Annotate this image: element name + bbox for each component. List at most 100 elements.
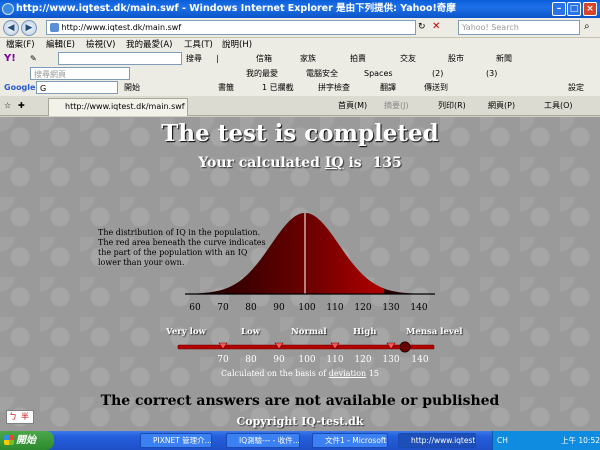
maximize-button[interactable]: □ xyxy=(567,2,581,16)
toolbar-family[interactable]: 家族 xyxy=(300,52,316,66)
separator-icon: | xyxy=(216,54,219,63)
slider-thumb[interactable] xyxy=(399,341,411,353)
yahoo-search-button[interactable]: 搜尋 xyxy=(186,52,202,66)
toolbar-news[interactable]: 新聞 xyxy=(496,52,512,66)
command-print[interactable]: 列印(R) xyxy=(438,96,466,116)
address-field[interactable]: http://www.iqtest.dk/main.swf xyxy=(46,20,416,35)
forward-icon[interactable]: ▶ xyxy=(21,20,37,36)
add-favorites-icon[interactable]: ✚ xyxy=(18,96,25,116)
toolbar-dating[interactable]: 交友 xyxy=(400,52,416,66)
clock: 上午 10:52 xyxy=(561,436,600,445)
menu-file[interactable]: 檔案(F) xyxy=(6,38,35,52)
iq-value: 135 xyxy=(372,155,402,171)
google-settings[interactable]: 設定 xyxy=(568,81,584,95)
system-tray: CH 上午 10:52 xyxy=(492,431,600,450)
deviation-note: Calculated on the basis of deviation 15 xyxy=(0,369,600,378)
scale-tick-120: 120 xyxy=(354,303,371,313)
menu-favorites[interactable]: 我的最愛(A) xyxy=(126,38,172,52)
page-icon xyxy=(50,23,59,32)
pencil-icon[interactable]: ✎ xyxy=(30,52,37,66)
scale-tick-100: 100 xyxy=(298,303,315,313)
google-translate[interactable]: 翻譯 xyxy=(380,81,396,95)
yahoo-search-field[interactable]: Yahoo! Search xyxy=(458,20,580,35)
menu-help[interactable]: 說明(H) xyxy=(222,38,252,52)
google-send-to[interactable]: 傳送到 xyxy=(424,81,448,95)
slider-tick-140: 140 xyxy=(411,355,429,365)
copyright: Copyright IQ-test.dk xyxy=(236,415,364,428)
toolbar-spaces[interactable]: Spaces xyxy=(364,67,393,81)
menu-bar: 檔案(F) 編輯(E) 檢視(V) 我的最愛(A) 工具(T) 說明(H) xyxy=(0,38,600,52)
deviation-link[interactable]: deviation xyxy=(329,369,366,378)
result-is: is xyxy=(348,155,362,171)
yahoo-search-placeholder: Yahoo! Search xyxy=(462,23,519,32)
menu-edit[interactable]: 編輯(E) xyxy=(46,38,75,52)
task-pixnet[interactable]: PIXNET 管理介... xyxy=(140,433,212,448)
command-home[interactable]: 首頁(M) xyxy=(338,96,367,116)
google-popup-blocked[interactable]: 1 已攔截 xyxy=(262,81,294,95)
google-spellcheck[interactable]: 拼字檢查 xyxy=(318,81,350,95)
web-search-placeholder: 搜尋網頁 xyxy=(34,70,66,79)
secondary-toolbar: 搜尋網頁 我的最愛 電腦安全 Spaces (2) (3) xyxy=(0,67,600,81)
search-icon[interactable]: ⌕ xyxy=(584,21,590,32)
yahoo-toolbar-search[interactable] xyxy=(58,52,182,65)
menu-view[interactable]: 檢視(V) xyxy=(86,38,115,52)
scale-tick-60: 60 xyxy=(189,303,201,313)
iq-result: Your calculated IQ is 135 xyxy=(0,155,600,171)
ime-width: 半 xyxy=(21,412,29,421)
page-title: The test is completed xyxy=(161,120,439,147)
google-go-button[interactable]: 開始 xyxy=(124,81,140,95)
toolbar-security[interactable]: 電腦安全 xyxy=(306,67,338,81)
toolbar-mail[interactable]: 信箱 xyxy=(256,52,272,66)
label-mensa-level: Mensa level xyxy=(406,327,463,337)
toolbar-stocks[interactable]: 股市 xyxy=(448,52,464,66)
slider-tick-120: 120 xyxy=(354,355,372,365)
stop-icon[interactable]: ✕ xyxy=(432,21,440,32)
window-title-bar: http://www.iqtest.dk/main.swf - Windows … xyxy=(0,0,600,18)
menu-tools[interactable]: 工具(T) xyxy=(184,38,213,52)
favorites-star-icon[interactable]: ☆ xyxy=(4,96,11,116)
tab-iqtest[interactable]: http://www.iqtest.dk/main.swf xyxy=(48,98,188,116)
slider-tick-130: 130 xyxy=(382,355,400,365)
command-page[interactable]: 網頁(P) xyxy=(488,96,515,116)
web-search-field[interactable]: 搜尋網頁 xyxy=(30,67,130,80)
answers-notice: The correct answers are not available or… xyxy=(100,393,500,409)
toolbar-auction[interactable]: 拍賣 xyxy=(350,52,366,66)
refresh-icon[interactable]: ↻ xyxy=(418,22,426,32)
slider-tick-80: 80 xyxy=(245,355,257,365)
scale-tick-80: 80 xyxy=(245,303,257,313)
iq-abbr-link[interactable]: IQ xyxy=(325,155,344,171)
yahoo-logo[interactable]: Y! xyxy=(4,52,16,66)
label-normal: Normal xyxy=(291,327,327,337)
slider-tick-90: 90 xyxy=(273,355,285,365)
scale-tick-90: 90 xyxy=(273,303,285,313)
start-button[interactable]: 開始 xyxy=(0,431,54,450)
label-very-low: Very low xyxy=(166,327,206,337)
minimize-button[interactable]: – xyxy=(552,2,566,16)
scale-tick-140: 140 xyxy=(410,303,427,313)
slider-tick-70: 70 xyxy=(217,355,229,365)
toolbar-messenger-count[interactable]: (3) xyxy=(486,67,497,81)
close-button[interactable]: × xyxy=(583,2,597,16)
scale-tick-70: 70 xyxy=(217,303,229,313)
bell-curve-chart: 60 70 80 90 100 110 120 130 140 xyxy=(185,213,435,313)
toolbar-messages-count[interactable]: (2) xyxy=(432,67,443,81)
basis-prefix: Calculated on the basis of xyxy=(221,369,327,378)
google-logo[interactable]: Google xyxy=(4,81,35,95)
task-ie[interactable]: http://www.iqtest.d... xyxy=(398,433,476,448)
google-toolbar: Google G 開始 書籤 1 已攔截 拼字檢查 翻譯 傳送到 設定 xyxy=(0,81,600,96)
scale-tick-110: 110 xyxy=(326,303,343,313)
input-language[interactable]: CH xyxy=(497,436,508,445)
task-iq-mail[interactable]: IQ測驗--- - 收件... xyxy=(226,433,300,448)
task-word[interactable]: 文件1 - Microsoft... xyxy=(312,433,388,448)
toolbar-favorites[interactable]: 我的最愛 xyxy=(246,67,278,81)
slider-tick-110: 110 xyxy=(326,355,344,365)
deviation-value: 15 xyxy=(368,369,379,378)
command-feeds[interactable]: 摘要(J) xyxy=(384,96,409,116)
google-bookmarks[interactable]: 書籤 xyxy=(218,81,234,95)
ime-indicator[interactable]: ㄅ半 xyxy=(6,410,34,424)
back-icon[interactable]: ◀ xyxy=(3,20,19,36)
command-tools[interactable]: 工具(O) xyxy=(544,96,573,116)
address-bar-row: ◀ ▶ http://www.iqtest.dk/main.swf ↻ ✕ Ya… xyxy=(0,18,600,38)
label-high: High xyxy=(353,327,377,337)
google-search-field[interactable]: G xyxy=(36,81,118,94)
